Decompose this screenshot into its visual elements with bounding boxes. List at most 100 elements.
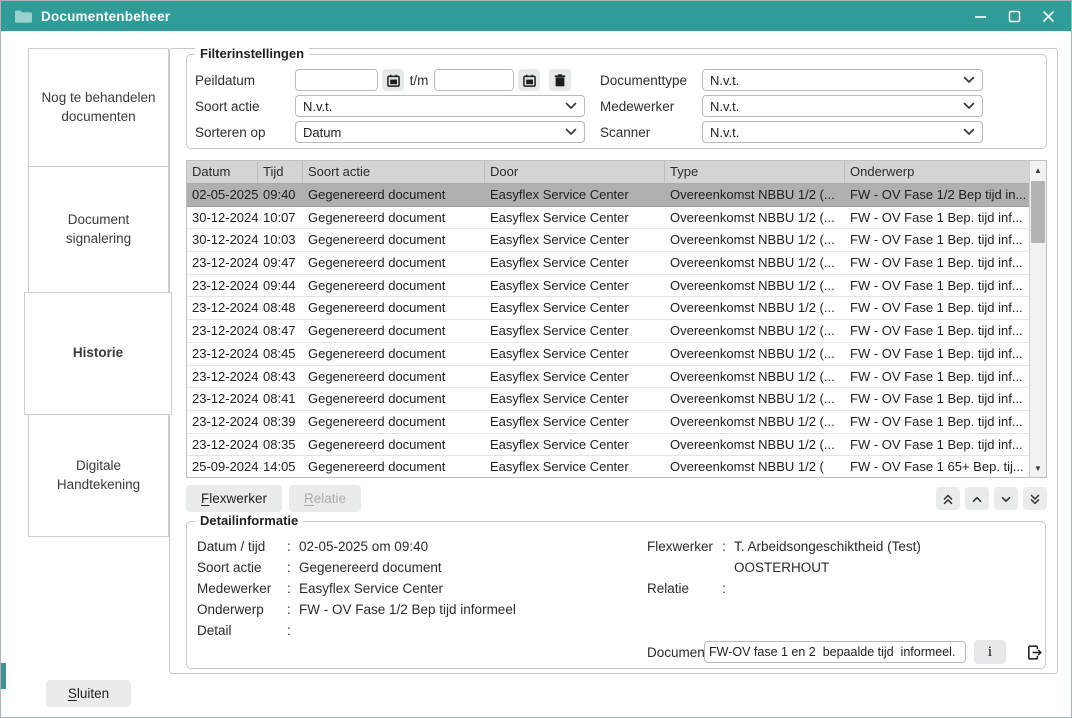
window-title: Documentenbeheer <box>41 9 170 24</box>
table-row[interactable]: 02-05-202509:40Gegenereerd documentEasyf… <box>187 184 1029 207</box>
double-chevron-down-icon <box>1028 492 1042 506</box>
table-row[interactable]: 23-12-202408:35Gegenereerd documentEasyf… <box>187 434 1029 457</box>
column-header-tijd[interactable]: Tijd <box>258 161 303 183</box>
table-row[interactable]: 23-12-202408:43Gegenereerd documentEasyf… <box>187 366 1029 389</box>
table-cell: Easyflex Service Center <box>485 388 665 410</box>
previous-record-button[interactable] <box>965 487 989 510</box>
scrollbar-thumb[interactable] <box>1031 181 1045 243</box>
actions-row: Flexwerker Relatie <box>186 485 1047 512</box>
table-cell: Overeenkomst NBBU 1/2 (... <box>665 434 845 456</box>
colon: : <box>287 602 299 617</box>
table-cell: 25-09-2024 <box>187 456 258 477</box>
table-cell: FW - OV Fase 1 Bep. tijd inf... <box>845 275 1029 297</box>
table-row[interactable]: 23-12-202409:44Gegenereerd documentEasyf… <box>187 275 1029 298</box>
calendar-icon <box>523 74 536 87</box>
table-row[interactable]: 23-12-202409:47Gegenereerd documentEasyf… <box>187 252 1029 275</box>
table-cell: Easyflex Service Center <box>485 229 665 251</box>
title-bar: Documentenbeheer <box>1 1 1071 31</box>
detail-row: Datum / tijd:02-05-2025 om 09:40 <box>197 536 516 557</box>
table-cell: 23-12-2024 <box>187 297 258 319</box>
scanner-select[interactable]: N.v.t. <box>702 121 983 143</box>
scroll-up-button[interactable]: ▲ <box>1030 161 1046 179</box>
chevron-up-icon <box>970 492 984 506</box>
table-cell: FW - OV Fase 1 Bep. tijd inf... <box>845 411 1029 433</box>
sluiten-button[interactable]: Sluiten <box>46 680 131 707</box>
colon: : <box>287 581 299 596</box>
next-record-button[interactable] <box>994 487 1018 510</box>
column-header-datum[interactable]: Datum <box>187 161 258 183</box>
sidebar-tab-digitale-handtekening[interactable]: Digitale Handtekening <box>28 414 169 537</box>
table-row[interactable]: 23-12-202408:48Gegenereerd documentEasyf… <box>187 297 1029 320</box>
table-row[interactable]: 25-09-202414:05Gegenereerd documentEasyf… <box>187 456 1029 477</box>
flexwerker-button[interactable]: Flexwerker <box>186 485 282 512</box>
column-header-onderwerp[interactable]: Onderwerp <box>845 161 1046 183</box>
soort-actie-select[interactable]: N.v.t. <box>295 95 585 117</box>
table-cell: 23-12-2024 <box>187 388 258 410</box>
peildatum-to-calendar-button[interactable] <box>518 69 540 91</box>
relatie-button[interactable]: Relatie <box>289 485 361 512</box>
detail-value: 02-05-2025 om 09:40 <box>299 539 428 554</box>
colon: : <box>287 623 299 638</box>
column-header-soort-actie[interactable]: Soort actie <box>303 161 485 183</box>
sidebar-tab-label: Nog te behandelen documenten <box>41 89 156 125</box>
scroll-down-button[interactable]: ▼ <box>1030 459 1046 477</box>
table-cell: 08:47 <box>258 320 303 342</box>
table-cell: FW - OV Fase 1 Bep. tijd inf... <box>845 297 1029 319</box>
table-cell: Easyflex Service Center <box>485 252 665 274</box>
sidebar-tab-nog-te-behandelen-documenten[interactable]: Nog te behandelen documenten <box>28 48 169 167</box>
table-scrollbar[interactable]: ▲ ▼ <box>1029 161 1046 477</box>
table-cell: FW - OV Fase 1/2 Bep tijd in... <box>845 184 1029 206</box>
table-cell: Overeenkomst NBBU 1/2 ( <box>665 456 845 477</box>
documenttype-select[interactable]: N.v.t. <box>702 69 983 91</box>
sidebar-tabs: Nog te behandelen documenten Document sig… <box>28 48 169 537</box>
maximize-button[interactable] <box>1005 7 1023 25</box>
table-cell: Overeenkomst NBBU 1/2 (... <box>665 366 845 388</box>
column-header-door[interactable]: Door <box>485 161 665 183</box>
first-record-button[interactable] <box>936 487 960 510</box>
double-chevron-up-icon <box>941 492 955 506</box>
open-document-button[interactable] <box>1020 640 1048 664</box>
detail-row: Detail: <box>197 620 516 641</box>
table-cell: Easyflex Service Center <box>485 411 665 433</box>
table-cell: FW - OV Fase 1 Bep. tijd inf... <box>845 366 1029 388</box>
scroll-down-icon: ▼ <box>1034 464 1042 473</box>
peildatum-to-input[interactable] <box>434 69 514 91</box>
table-cell: Easyflex Service Center <box>485 207 665 229</box>
scroll-up-icon: ▲ <box>1034 166 1042 175</box>
sorteren-op-select[interactable]: Datum <box>295 121 585 143</box>
table-row[interactable]: 23-12-202408:45Gegenereerd documentEasyf… <box>187 343 1029 366</box>
peildatum-from-calendar-button[interactable] <box>382 69 404 91</box>
close-button[interactable] <box>1039 7 1057 25</box>
table-cell: 23-12-2024 <box>187 320 258 342</box>
table-cell: Overeenkomst NBBU 1/2 (... <box>665 229 845 251</box>
table-row[interactable]: 23-12-202408:47Gegenereerd documentEasyf… <box>187 320 1029 343</box>
table-body: 02-05-202509:40Gegenereerd documentEasyf… <box>187 184 1029 477</box>
medewerker-select[interactable]: N.v.t. <box>702 95 983 117</box>
document-info-button[interactable]: i <box>974 640 1006 664</box>
peildatum-from-input[interactable] <box>295 69 378 91</box>
sidebar-tab-historie[interactable]: Historie <box>24 292 172 415</box>
table-cell: Overeenkomst NBBU 1/2 (... <box>665 388 845 410</box>
clear-dates-button[interactable] <box>549 69 571 91</box>
table-cell: FW - OV Fase 1 Bep. tijd inf... <box>845 343 1029 365</box>
table-cell: FW - OV Fase 1 65+ Bep. tij... <box>845 456 1029 477</box>
table-cell: Gegenereerd document <box>303 252 485 274</box>
document-filename-input[interactable] <box>704 641 966 663</box>
table-cell: 08:43 <box>258 366 303 388</box>
table-row[interactable]: 23-12-202408:39Gegenereerd documentEasyf… <box>187 411 1029 434</box>
last-record-button[interactable] <box>1023 487 1047 510</box>
table-cell: Gegenereerd document <box>303 411 485 433</box>
chevron-down-icon <box>963 76 975 84</box>
detail-value: Easyflex Service Center <box>299 581 443 596</box>
sidebar-tab-document-signalering[interactable]: Document signalering <box>28 166 169 293</box>
table-row[interactable]: 30-12-202410:07Gegenereerd documentEasyf… <box>187 207 1029 230</box>
table-cell: 23-12-2024 <box>187 252 258 274</box>
column-header-type[interactable]: Type <box>665 161 845 183</box>
table-row[interactable]: 23-12-202408:41Gegenereerd documentEasyf… <box>187 388 1029 411</box>
minimize-button[interactable] <box>971 7 989 25</box>
table-cell: 08:35 <box>258 434 303 456</box>
table-row[interactable]: 30-12-202410:03Gegenereerd documentEasyf… <box>187 229 1029 252</box>
detail-value: FW - OV Fase 1/2 Bep tijd informeel <box>299 602 516 617</box>
sorteren-op-value: Datum <box>303 125 565 140</box>
table-cell: Gegenereerd document <box>303 275 485 297</box>
